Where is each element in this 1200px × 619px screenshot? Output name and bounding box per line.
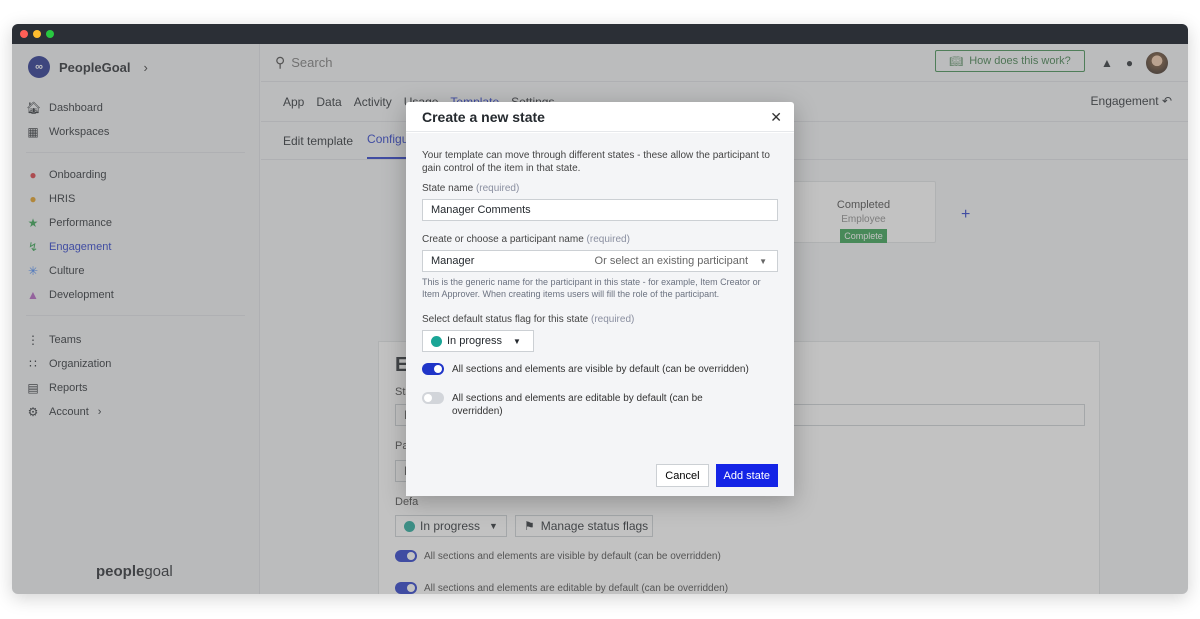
status-flag-select[interactable]: In progress ▼ xyxy=(422,330,534,352)
participant-value: Manager xyxy=(431,255,475,267)
add-state-button[interactable]: Add state xyxy=(715,464,778,487)
status-dot xyxy=(431,335,442,347)
modal-body: Your template can move through different… xyxy=(406,133,794,496)
state-name-label-text: State name xyxy=(422,183,474,194)
modal-header: Create a new state ✕ xyxy=(406,102,794,132)
participant-input[interactable]: Manager Or select an existing participan… xyxy=(422,250,778,272)
existing-participant-label: Or select an existing participant xyxy=(594,255,749,267)
required-text: (required) xyxy=(475,183,520,194)
create-state-modal: Create a new state ✕ Your template can m… xyxy=(406,102,794,496)
minimize-window-button[interactable] xyxy=(33,30,41,38)
cancel-button[interactable]: Cancel xyxy=(656,464,709,487)
state-name-input[interactable]: Manager Comments xyxy=(422,199,778,221)
modal-title: Create a new state xyxy=(422,108,545,125)
modal-actions: Cancel Add state xyxy=(656,464,778,487)
caret-down-icon: ▼ xyxy=(759,257,767,266)
existing-participant-select[interactable]: Or select an existing participant ▼ xyxy=(595,255,767,267)
visible-default-toggle[interactable] xyxy=(422,363,444,375)
required-text: (required) xyxy=(590,314,635,325)
status-flag-label: Select default status flag for this stat… xyxy=(422,314,778,325)
editable-default-toggle-row: All sections and elements are editable b… xyxy=(422,392,778,418)
editable-default-label: All sections and elements are editable b… xyxy=(452,393,703,417)
participant-label-text: Create or choose a participant name xyxy=(422,234,584,245)
editable-default-toggle[interactable] xyxy=(422,392,444,404)
modal-intro-text: Your template can move through different… xyxy=(422,150,770,174)
close-icon[interactable]: ✕ xyxy=(770,109,782,126)
caret-down-icon: ▼ xyxy=(513,336,521,346)
status-flag-label-text: Select default status flag for this stat… xyxy=(422,314,589,325)
maximize-window-button[interactable] xyxy=(46,30,54,38)
state-name-value: Manager Comments xyxy=(431,204,531,216)
close-window-button[interactable] xyxy=(20,30,28,38)
visible-default-toggle-row: All sections and elements are visible by… xyxy=(422,363,778,376)
visible-default-label: All sections and elements are visible by… xyxy=(452,364,749,375)
app-window: ∞ PeopleGoal › 🏠︎ Dashboard ▦ Workspaces… xyxy=(12,24,1188,594)
window-titlebar xyxy=(12,24,1188,44)
participant-label: Create or choose a participant name (req… xyxy=(422,234,778,245)
required-text: (required) xyxy=(586,234,630,245)
participant-hint: This is the generic name for the partici… xyxy=(422,277,761,299)
status-value: In progress xyxy=(447,335,503,347)
state-name-label: State name (required) xyxy=(422,183,778,194)
